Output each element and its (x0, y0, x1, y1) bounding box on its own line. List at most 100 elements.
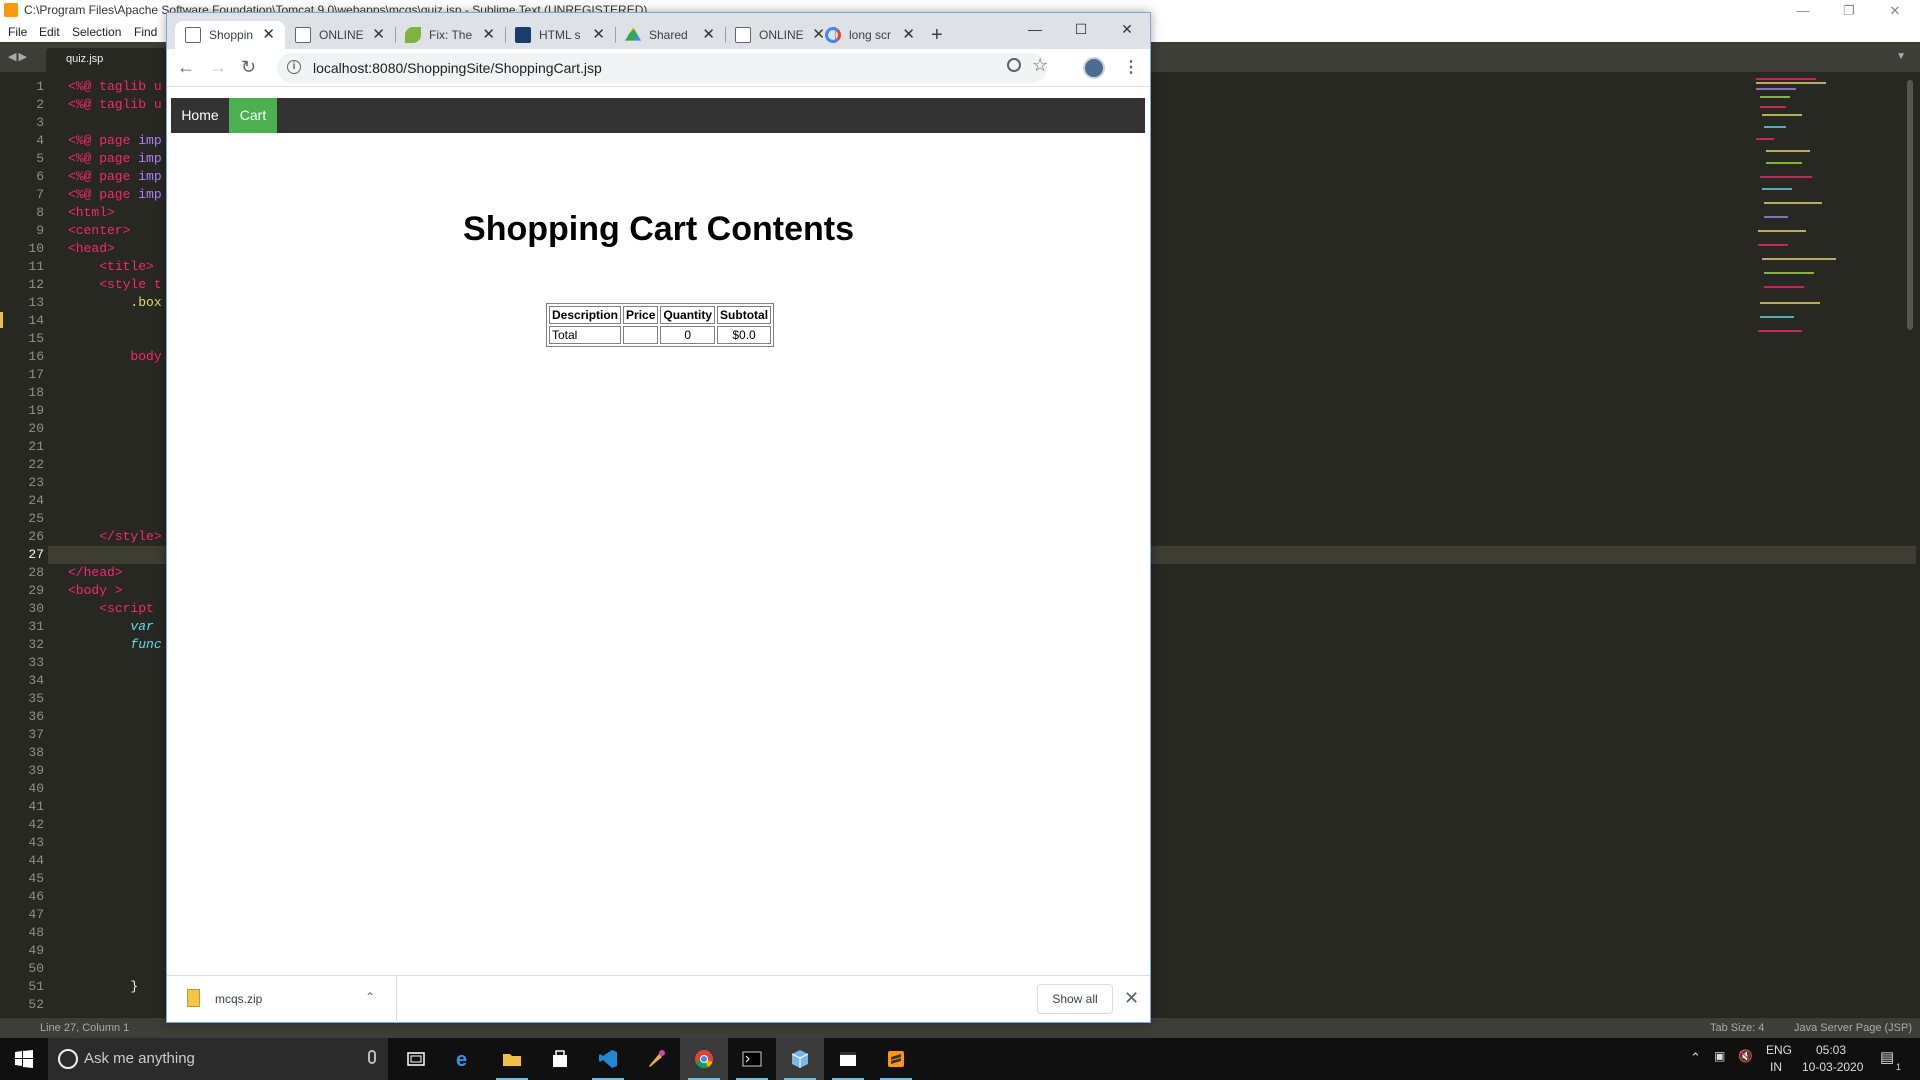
menu-selection[interactable]: Selection (72, 25, 121, 39)
restore-icon[interactable]: ❐ (1826, 0, 1872, 21)
code-line: <%@ page imp (68, 150, 162, 168)
line-number: 50 (28, 961, 44, 976)
browser-tab-online-1[interactable]: ONLINE ✕ (285, 21, 396, 49)
line-number: 39 (28, 763, 44, 778)
tab-menu-chevron-icon[interactable]: ▼ (1896, 51, 1906, 62)
line-number: 34 (28, 673, 44, 688)
download-filename[interactable]: mcqs.zip (215, 992, 262, 1006)
site-info-icon[interactable]: i (287, 60, 301, 74)
clock-time[interactable]: 05:03 (1816, 1043, 1846, 1057)
line-number: 33 (28, 655, 44, 670)
bookmark-star-icon[interactable]: ☆ (1032, 55, 1048, 76)
code-line: <%@ page imp (68, 186, 162, 204)
taskbar-paint[interactable] (632, 1038, 680, 1080)
menu-edit[interactable]: Edit (39, 25, 60, 39)
profile-avatar[interactable] (1083, 57, 1105, 79)
tab-nav-arrows-icon[interactable]: ◀▶ (8, 50, 29, 63)
nav-cart-link[interactable]: Cart (229, 98, 277, 133)
minimize-icon[interactable]: — (1012, 17, 1058, 41)
code-editor[interactable]: <%@ taglib u <%@ taglib u <%@ page imp <… (68, 78, 162, 1014)
close-tab-icon[interactable]: ✕ (482, 25, 495, 43)
browser-tab-html[interactable]: HTML s ✕ (505, 21, 616, 49)
page-favicon-icon (185, 27, 201, 43)
browser-tab-shared[interactable]: Shared ✕ (615, 21, 726, 49)
close-tab-icon[interactable]: ✕ (902, 25, 915, 43)
taskbar-window-app[interactable] (824, 1038, 872, 1080)
svg-text:e: e (456, 1049, 467, 1069)
line-number: 25 (28, 511, 44, 526)
menu-kebab-icon[interactable]: ⋮ (1123, 57, 1139, 77)
close-icon[interactable]: ✕ (1104, 17, 1150, 41)
line-number: 24 (28, 493, 44, 508)
minimize-icon[interactable]: — (1780, 0, 1826, 21)
back-arrow-icon[interactable]: ← (177, 58, 195, 76)
tab-quiz-jsp[interactable]: quiz.jsp (46, 48, 166, 72)
reload-icon[interactable]: ↻ (241, 58, 256, 76)
nav-home-link[interactable]: Home (171, 98, 229, 133)
taskbar-chrome[interactable] (680, 1038, 728, 1080)
address-bar-url[interactable]: localhost:8080/ShoppingSite/ShoppingCart… (313, 60, 602, 76)
line-number: 38 (28, 745, 44, 760)
maximize-icon[interactable]: ☐ (1058, 17, 1104, 41)
zoom-magnifier-icon[interactable] (1007, 58, 1021, 72)
line-number: 9 (36, 223, 44, 238)
taskbar-file-explorer[interactable] (488, 1038, 536, 1080)
volume-muted-icon[interactable]: 🔇 (1738, 1049, 1753, 1063)
task-view-button[interactable] (392, 1038, 440, 1080)
cube-icon (791, 1050, 809, 1068)
browser-tab-label: ONLINE (319, 28, 363, 42)
address-bar[interactable]: i localhost:8080/ShoppingSite/ShoppingCa… (277, 53, 1048, 83)
start-button[interactable] (0, 1038, 48, 1080)
close-tab-icon[interactable]: ✕ (592, 25, 605, 43)
show-hidden-icons-chevron[interactable]: ⌃ (1690, 1050, 1701, 1066)
action-center-icon[interactable]: ▤ (1880, 1048, 1894, 1066)
menu-find[interactable]: Find (134, 25, 157, 39)
status-cursor-position: Line 27, Column 1 (40, 1022, 130, 1034)
code-line: body (68, 348, 161, 366)
line-number: 16 (28, 349, 44, 364)
language-indicator[interactable]: ENG (1766, 1043, 1792, 1057)
status-tab-size[interactable]: Tab Size: 4 (1710, 1022, 1764, 1034)
clock-date[interactable]: 10-03-2020 (1802, 1060, 1863, 1074)
microphone-icon[interactable] (368, 1050, 376, 1064)
download-item[interactable]: mcqs.zip ⌃ (167, 976, 397, 1023)
line-number: 8 (36, 205, 44, 220)
editor-scrollbar[interactable] (1907, 80, 1913, 330)
close-tab-icon[interactable]: ✕ (702, 25, 715, 43)
chevron-up-icon[interactable]: ⌃ (365, 990, 375, 1004)
line-number: 42 (28, 817, 44, 832)
minimap[interactable] (1752, 76, 1872, 366)
code-line: <%@ taglib u (68, 96, 162, 114)
taskbar-edge[interactable]: e (440, 1038, 488, 1080)
new-tab-plus-icon[interactable]: + (931, 25, 943, 45)
taskbar-search-placeholder[interactable]: Ask me anything (84, 1050, 195, 1067)
taskbar-cube-app[interactable] (776, 1038, 824, 1080)
forward-arrow-icon[interactable]: → (209, 58, 227, 76)
close-tab-icon[interactable]: ✕ (372, 25, 385, 43)
browser-tab-google[interactable]: long scr ✕ (815, 21, 925, 49)
close-tab-icon[interactable]: ✕ (262, 25, 275, 43)
network-icon[interactable]: ▣ (1714, 1049, 1725, 1063)
line-number: 35 (28, 691, 44, 706)
taskbar-terminal[interactable] (728, 1038, 776, 1080)
close-download-shelf-icon[interactable]: ✕ (1124, 988, 1139, 1009)
browser-tab-shopping[interactable]: Shoppin ✕ (175, 21, 285, 49)
taskbar-store[interactable] (536, 1038, 584, 1080)
code-line: </style> (68, 528, 161, 546)
status-syntax[interactable]: Java Server Page (JSP) (1794, 1022, 1912, 1034)
taskbar-sublime[interactable] (872, 1038, 920, 1080)
line-number: 14 (28, 313, 44, 328)
browser-tab-fix[interactable]: Fix: The ✕ (395, 21, 506, 49)
show-all-downloads-button[interactable]: Show all (1037, 984, 1113, 1014)
taskbar-vscode[interactable] (584, 1038, 632, 1080)
close-icon[interactable]: ✕ (1872, 0, 1918, 21)
column-header-description: Description (549, 306, 622, 324)
taskbar-search[interactable]: Ask me anything (48, 1038, 388, 1080)
menu-file[interactable]: File (8, 25, 27, 39)
page-favicon-icon (295, 27, 311, 43)
region-indicator[interactable]: IN (1770, 1060, 1782, 1074)
